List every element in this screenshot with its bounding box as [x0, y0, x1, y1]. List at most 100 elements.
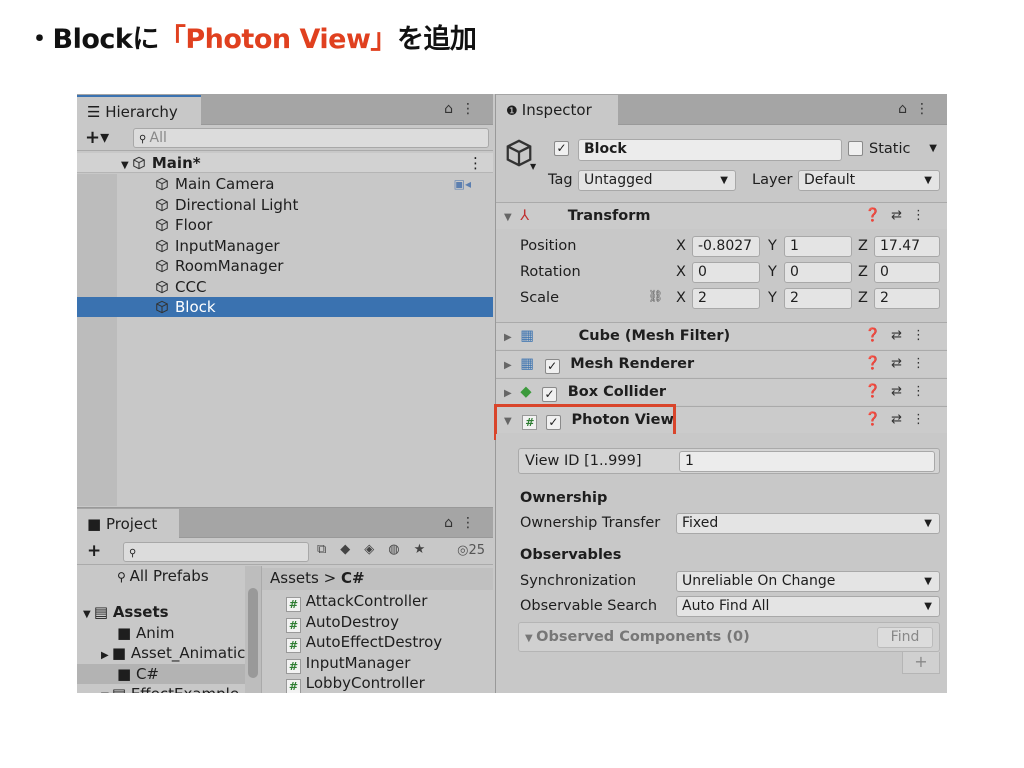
scene-kebab-icon[interactable]: ⋮	[468, 153, 483, 173]
help-icon: ❓	[864, 328, 892, 343]
project-filter-icons[interactable]: ⧉◆◈◍★	[317, 542, 439, 557]
add-observed-button[interactable]: +	[902, 652, 940, 674]
search-icon: ⚲	[117, 570, 130, 584]
kebab-menu-icon: ⋮	[912, 328, 935, 343]
component-header-icons: ❓⇄⋮	[865, 203, 935, 229]
help-icon: ❓	[864, 412, 892, 427]
kebab-menu-icon: ⋮	[912, 208, 935, 223]
observed-components-header[interactable]: ▼ Observed Components (0) Find	[518, 622, 940, 652]
position-z-field[interactable]: 17.47	[874, 236, 940, 257]
tree-item-anim[interactable]: ■ Anim	[77, 623, 245, 643]
tree-scrollbar[interactable]	[245, 566, 261, 693]
preset-icon: ⇄	[891, 412, 912, 427]
scale-z-field[interactable]: 2	[874, 288, 940, 309]
breadcrumb-root[interactable]: Assets	[270, 569, 319, 587]
rotation-y-field[interactable]: 0	[784, 262, 852, 283]
project-search-input[interactable]: ⚲	[123, 542, 309, 562]
rotation-z-field[interactable]: 0	[874, 262, 940, 283]
mesh-renderer-checkbox[interactable]: ✓	[544, 359, 560, 374]
tab-project[interactable]: ■ Project	[77, 509, 179, 539]
script-item[interactable]: # LobbyController	[262, 673, 493, 693]
mesh-filter-header[interactable]: ▶ ▦ Cube (Mesh Filter) ❓⇄⋮	[496, 322, 947, 349]
hierarchy-item-ccc[interactable]: CCC	[77, 277, 493, 297]
hierarchy-panel: ☰ Hierarchy ⌂⋮ +▾ ⚲ All ▼ Main* ⋮ Main C…	[77, 94, 493, 506]
transform-body: Position X -0.8027 Y 1 Z 17.47 Rotation …	[496, 229, 947, 319]
lock-icon[interactable]: ⌂	[444, 101, 461, 117]
title-suffix: を追加	[396, 24, 477, 55]
find-button[interactable]: Find	[877, 627, 933, 648]
hierarchy-search-input[interactable]: ⚲ All	[133, 128, 489, 148]
project-tabbar: ■ Project ⌂⋮	[77, 508, 493, 539]
transform-header[interactable]: ▼ ⅄ Transform ❓⇄⋮	[496, 202, 947, 229]
tree-item-assets[interactable]: ▼ ▤ Assets	[77, 602, 245, 622]
static-checkbox[interactable]	[848, 141, 863, 156]
tree-item-effectexample[interactable]: ▼ ▤ EffectExample	[77, 684, 245, 693]
rotation-x-field[interactable]: 0	[692, 262, 760, 283]
scrollbar-thumb[interactable]	[248, 588, 258, 678]
kebab-menu-icon[interactable]: ⋮	[915, 101, 937, 117]
box-collider-checkbox[interactable]: ✓	[542, 387, 558, 402]
tab-hierarchy[interactable]: ☰ Hierarchy	[77, 95, 201, 125]
create-plus-icon[interactable]: +▾	[85, 127, 109, 148]
breadcrumb-current[interactable]: C#	[341, 569, 365, 587]
hierarchy-item-block[interactable]: Block	[77, 297, 493, 317]
static-dropdown-arrow[interactable]: ▼	[929, 143, 937, 154]
lock-icon[interactable]: ⌂	[898, 101, 915, 117]
viewid-row: View ID [1..999] 1	[518, 448, 940, 474]
tab-inspector[interactable]: ❶ Inspector	[496, 95, 618, 125]
slide-title: ・Blockに「Photon View」を追加	[26, 17, 477, 56]
breadcrumb: Assets > C#	[262, 568, 493, 590]
hierarchy-item-directional-light[interactable]: Directional Light	[77, 195, 493, 215]
kebab-menu-icon[interactable]: ⋮	[461, 101, 483, 117]
box-collider-header[interactable]: ▶ ◆ ✓ Box Collider ❓⇄⋮	[496, 378, 947, 405]
project-tab-icons: ⌂⋮	[444, 515, 483, 531]
hierarchy-item-inputmanager[interactable]: InputManager	[77, 236, 493, 256]
object-name-field[interactable]: Block	[578, 139, 842, 161]
script-item[interactable]: # AttackController	[262, 591, 493, 612]
scale-y-field[interactable]: 2	[784, 288, 852, 309]
kebab-menu-icon[interactable]: ⋮	[461, 515, 483, 531]
constrain-proportions-icon[interactable]: ⛓	[648, 289, 663, 303]
hierarchy-tab-icons: ⌂⋮	[444, 101, 483, 117]
scale-x-field[interactable]: 2	[692, 288, 760, 309]
layer-label: Layer	[752, 172, 793, 188]
position-y-field[interactable]: 1	[784, 236, 852, 257]
mesh-renderer-icon: ▦	[520, 356, 535, 372]
layer-dropdown[interactable]: Default ▼	[798, 170, 940, 191]
viewid-label: View ID [1..999]	[525, 453, 642, 469]
hierarchy-item-floor[interactable]: Floor	[77, 215, 493, 235]
search-icon: ⚲	[139, 134, 150, 145]
hierarchy-item-main-camera[interactable]: Main Camera ▣◂	[77, 174, 493, 194]
synchronization-label: Synchronization	[520, 573, 637, 589]
script-item[interactable]: # AutoEffectDestroy	[262, 632, 493, 653]
viewid-field[interactable]: 1	[679, 451, 935, 472]
tag-dropdown[interactable]: Untagged ▼	[578, 170, 736, 191]
mesh-renderer-header[interactable]: ▶ ▦ ✓ Mesh Renderer ❓⇄⋮	[496, 350, 947, 377]
all-prefabs-item[interactable]: ⚲ All Prefabs	[77, 566, 245, 586]
component-header-icons: ❓⇄⋮	[865, 379, 935, 405]
icon-dropdown-arrow[interactable]: ▼	[530, 162, 536, 171]
position-x-field[interactable]: -0.8027	[692, 236, 760, 257]
gameobject-icon	[155, 177, 169, 191]
scene-row[interactable]: ▼ Main* ⋮	[77, 153, 493, 173]
lock-icon[interactable]: ⌂	[444, 515, 461, 531]
active-checkbox[interactable]: ✓	[554, 141, 569, 156]
create-plus-icon[interactable]: +	[87, 541, 101, 561]
folder-icon: ■	[117, 665, 136, 683]
synchronization-dropdown[interactable]: Unreliable On Change ▼	[676, 571, 940, 592]
component-header-icons: ❓⇄⋮	[865, 323, 935, 349]
help-icon: ❓	[864, 208, 892, 223]
observable-search-dropdown[interactable]: Auto Find All ▼	[676, 596, 940, 617]
script-item[interactable]: # InputManager	[262, 653, 493, 674]
transform-axes-icon: ⅄	[520, 208, 530, 224]
tree-item-csharp[interactable]: ■ C#	[77, 664, 245, 684]
project-panel: ■ Project ⌂⋮ + ⚲ ⧉◆◈◍★ ◎25 ⚲ All Prefabs…	[77, 507, 493, 693]
hierarchy-item-roommanager[interactable]: RoomManager	[77, 256, 493, 276]
script-item[interactable]: # AutoDestroy	[262, 612, 493, 633]
foldout-arrow-icon: ▼	[504, 212, 512, 223]
help-icon: ❓	[864, 356, 892, 371]
kebab-menu-icon: ⋮	[912, 384, 935, 399]
ownership-transfer-dropdown[interactable]: Fixed ▼	[676, 513, 940, 534]
tree-item-asset-animatic[interactable]: ▶ ■ Asset_Animatic	[77, 643, 245, 663]
visibility-count[interactable]: ◎25	[457, 543, 485, 558]
